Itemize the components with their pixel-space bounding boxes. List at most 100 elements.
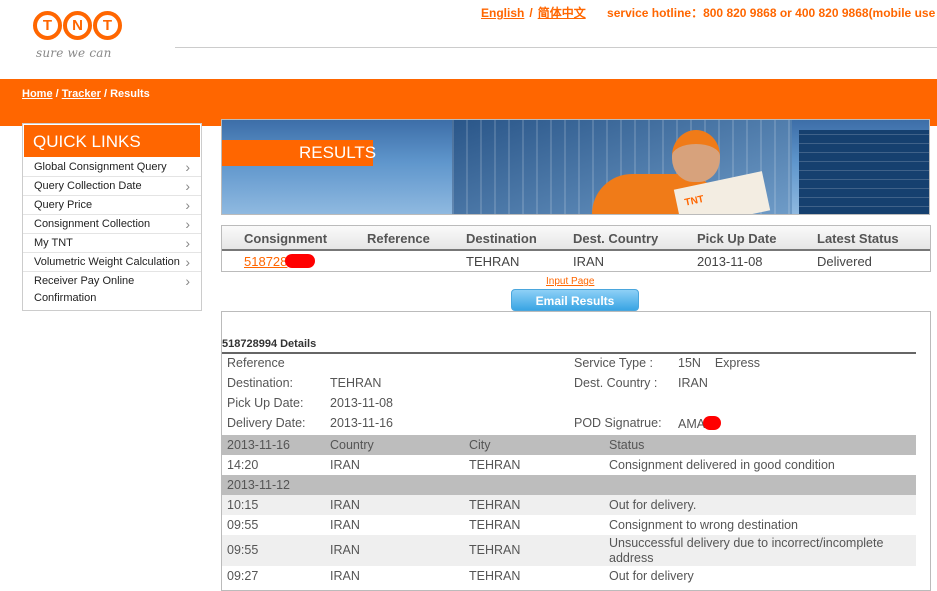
logo-letter: T — [93, 11, 122, 40]
column-header: Pick Up Date — [697, 231, 777, 246]
dest-country-cell: IRAN — [573, 254, 605, 269]
service-type-value: 15N Express — [678, 356, 760, 370]
event-city: TEHRAN — [469, 458, 521, 472]
quick-link-label-line2: Confirmation — [34, 292, 97, 304]
event-city: TEHRAN — [469, 518, 521, 532]
column-header: Consignment — [244, 231, 328, 246]
event-city: TEHRAN — [469, 543, 521, 557]
pickup-date-value: 2013-11-08 — [330, 396, 394, 410]
history-row: 09:55 IRAN TEHRAN Consignment to wrong d… — [222, 515, 916, 535]
status-cell: Delivered — [817, 254, 872, 269]
quick-link-label: Receiver Pay Online — [34, 275, 135, 287]
consignment-link[interactable]: 518728 — [244, 254, 287, 269]
quick-link-query-price[interactable]: Query Price › — [23, 196, 201, 215]
pod-signature-text: AMA — [678, 417, 706, 431]
breadcrumb-home[interactable]: Home — [22, 88, 53, 100]
details-panel: 518728994 Details Reference Destination:… — [221, 311, 931, 591]
history-column-city: City — [469, 438, 491, 452]
event-city: TEHRAN — [469, 498, 521, 512]
banner-title: RESULTS — [222, 140, 376, 166]
chevron-right-icon: › — [185, 216, 190, 232]
lang-chinese-link[interactable]: 简体中文 — [538, 6, 586, 20]
quick-link-label: Query Price — [34, 199, 93, 211]
event-status: Consignment to wrong destination — [609, 518, 799, 532]
chevron-right-icon: › — [185, 159, 190, 175]
destination-value: TEHRAN — [330, 376, 382, 390]
tagline-text: sure we can — [36, 46, 112, 60]
dest-country-label: Dest. Country : — [574, 376, 658, 390]
history-row: 10:15 IRAN TEHRAN Out for delivery. — [222, 495, 916, 515]
column-header: Latest Status — [817, 231, 899, 246]
event-time: 09:55 — [227, 543, 259, 557]
pod-signature-value: AMA — [678, 416, 722, 431]
quick-link-receiver-pay-online[interactable]: Receiver Pay Online › Confirmation — [23, 272, 201, 310]
pickup-date-cell: 2013-11-08 — [697, 254, 763, 269]
redaction-mark — [285, 254, 316, 268]
service-type-label: Service Type : — [574, 356, 653, 370]
logo-tagline: sure we can — [36, 46, 128, 60]
delivery-date-value: 2013-11-16 — [330, 416, 394, 430]
destination-cell: TEHRAN — [466, 254, 520, 269]
logo-letter: N — [63, 11, 92, 40]
chevron-right-icon: › — [185, 197, 190, 213]
quick-link-global-consignment-query[interactable]: Global Consignment Query › — [23, 158, 201, 177]
event-time: 09:27 — [227, 569, 259, 583]
history-row: 14:20 IRAN TEHRAN Consignment delivered … — [222, 455, 916, 475]
top-links: English / 简体中文 service hotline：800 820 986… — [481, 4, 935, 21]
quick-link-label: Volumetric Weight Calculation — [34, 256, 180, 268]
quick-link-my-tnt[interactable]: My TNT › — [23, 234, 201, 253]
history-column-status: Status — [609, 438, 645, 452]
chevron-right-icon: › — [185, 178, 190, 194]
event-status: Out for delivery. — [609, 498, 697, 512]
courier-head — [672, 130, 720, 182]
email-results-button[interactable]: Email Results — [511, 289, 639, 311]
quick-links-title: QUICK LINKS — [23, 124, 201, 158]
history-date: 2013-11-16 — [227, 438, 291, 452]
event-status: Out for delivery — [609, 569, 694, 583]
input-page-link[interactable]: Input Page — [546, 276, 594, 287]
logo-letter: T — [33, 11, 62, 40]
dest-country-value: IRAN — [678, 376, 708, 390]
quick-link-label: Query Collection Date — [34, 180, 142, 192]
lang-english-link[interactable]: English — [481, 6, 524, 20]
breadcrumb-tracker[interactable]: Tracker — [62, 88, 101, 100]
building-image — [799, 130, 929, 214]
breadcrumb-current: Results — [110, 88, 150, 100]
separator: / — [529, 6, 533, 20]
history-row: 09:27 IRAN TEHRAN Out for delivery — [222, 566, 916, 586]
event-country: IRAN — [330, 458, 360, 472]
quick-link-label: Consignment Collection — [34, 218, 151, 230]
quick-link-label: My TNT — [34, 237, 73, 249]
event-country: IRAN — [330, 518, 360, 532]
table-row: 518728 TEHRAN IRAN 2013-11-08 Delivered — [222, 251, 930, 271]
event-status: Unsuccessful delivery due to incorrect/i… — [609, 536, 884, 565]
pickup-date-label: Pick Up Date: — [227, 396, 304, 410]
history-row: 09:55 IRAN TEHRAN Unsuccessful delivery … — [222, 535, 916, 566]
consignment-cell: 518728 — [244, 254, 316, 269]
event-time: 09:55 — [227, 518, 259, 532]
chevron-right-icon: › — [185, 273, 190, 289]
results-banner: TNT RESULTS — [221, 119, 930, 215]
event-time: 10:15 — [227, 498, 259, 512]
breadcrumb: Home / Tracker / Results — [22, 88, 150, 100]
quick-links-panel: QUICK LINKS Global Consignment Query › Qu… — [22, 123, 202, 311]
history-header-row: 2013-11-16 Country City Status — [222, 435, 916, 455]
pod-signature-label: POD Signatrue: — [574, 416, 662, 430]
history-column-country: Country — [330, 438, 374, 452]
details-title: 518728994 Details — [222, 338, 317, 350]
quick-link-label: Global Consignment Query — [34, 161, 167, 173]
tnt-logo[interactable]: T N T sure we can — [33, 11, 128, 76]
service-hotline: service hotline：800 820 9868 or 400 820 … — [607, 6, 936, 20]
quick-link-consignment-collection[interactable]: Consignment Collection › — [23, 215, 201, 234]
column-header: Dest. Country — [573, 231, 659, 246]
event-country: IRAN — [330, 498, 360, 512]
results-table: Consignment Reference Destination Dest. … — [221, 225, 931, 272]
history-date: 2013-11-12 — [227, 478, 291, 492]
event-country: IRAN — [330, 569, 360, 583]
destination-label: Destination: — [227, 376, 294, 390]
delivery-date-label: Delivery Date: — [227, 416, 306, 430]
chevron-right-icon: › — [185, 254, 190, 270]
quick-link-volumetric-weight[interactable]: Volumetric Weight Calculation › — [23, 253, 201, 272]
event-city: TEHRAN — [469, 569, 521, 583]
quick-link-query-collection-date[interactable]: Query Collection Date › — [23, 177, 201, 196]
